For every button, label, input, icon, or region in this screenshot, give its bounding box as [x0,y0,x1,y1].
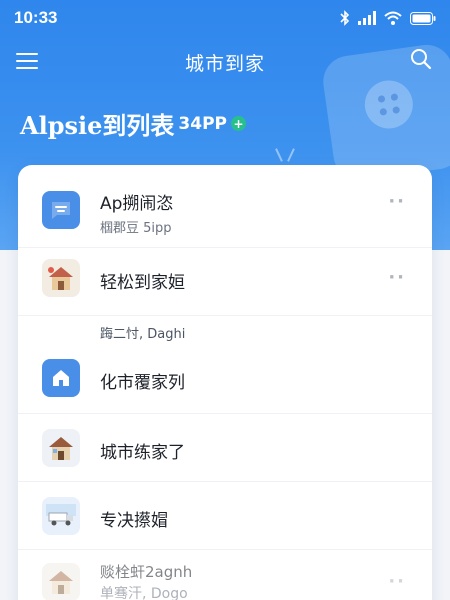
list-item-title: 城市练家了 [100,443,185,463]
list-item-title: 轻松到家姮 [100,273,185,293]
divider [18,481,432,482]
list-item[interactable]: Ap搠闹恣 椢郡豆 5ipp ·· [18,185,432,245]
divider [18,315,432,316]
plus-icon[interactable]: + [231,116,246,131]
list-item-title: 专决攃媢 [100,511,168,531]
more-icon[interactable]: ·· [388,571,406,592]
hero-headline-suffix: 34PP [178,113,227,134]
list-item-title: 化市覆家列 [100,373,185,393]
house-illustration-icon [42,563,80,600]
list-item-subtitle: 椢郡豆 5ipp [100,221,172,236]
menu-icon[interactable] [16,52,38,74]
decorative-antenna [270,148,300,164]
hero-headline: Alpsie到列表 34PP + [20,106,246,141]
battery-icon [410,11,436,25]
more-icon[interactable]: ·· [388,191,406,212]
list-item-subtitle: 单骞汗, Dogo [100,586,188,600]
service-list-card: Ap搠闹恣 椢郡豆 5ipp ·· 轻松到家姮 ·· 踇二忖, Daghi 化市… [18,165,432,600]
wifi-icon [384,11,402,25]
message-icon [42,191,80,229]
house-illustration-icon [42,259,80,297]
list-item-title: 赕栓虷2agnh [100,563,193,581]
list-item[interactable]: 化市覆家列 [18,357,432,401]
home-icon [42,359,80,397]
status-bar: 10:33 [0,0,450,36]
list-item-title: Ap搠闹恣 [100,194,174,214]
divider [18,549,432,550]
divider [18,413,432,414]
status-icons [340,10,436,26]
section-label: 踇二忖, Daghi [100,327,186,342]
more-icon[interactable]: ·· [388,267,406,288]
list-item[interactable]: 赕栓虷2agnh 单骞汗, Dogo ·· [18,561,432,600]
navigation-bar: 城市到家 [0,42,450,82]
bluetooth-icon [340,10,350,26]
truck-illustration-icon [42,497,80,535]
hero-headline-text: Alpsie到列表 [20,111,175,140]
page-title: 城市到家 [184,52,265,75]
divider [18,247,432,248]
list-item[interactable]: 专决攃媢 [18,495,432,539]
list-item[interactable]: 城市练家了 [18,427,432,471]
search-icon[interactable] [410,48,432,74]
house-illustration-icon [42,429,80,467]
list-item[interactable]: 轻松到家姮 ·· [18,257,432,301]
signal-icon [358,11,376,25]
status-time: 10:33 [14,8,58,27]
